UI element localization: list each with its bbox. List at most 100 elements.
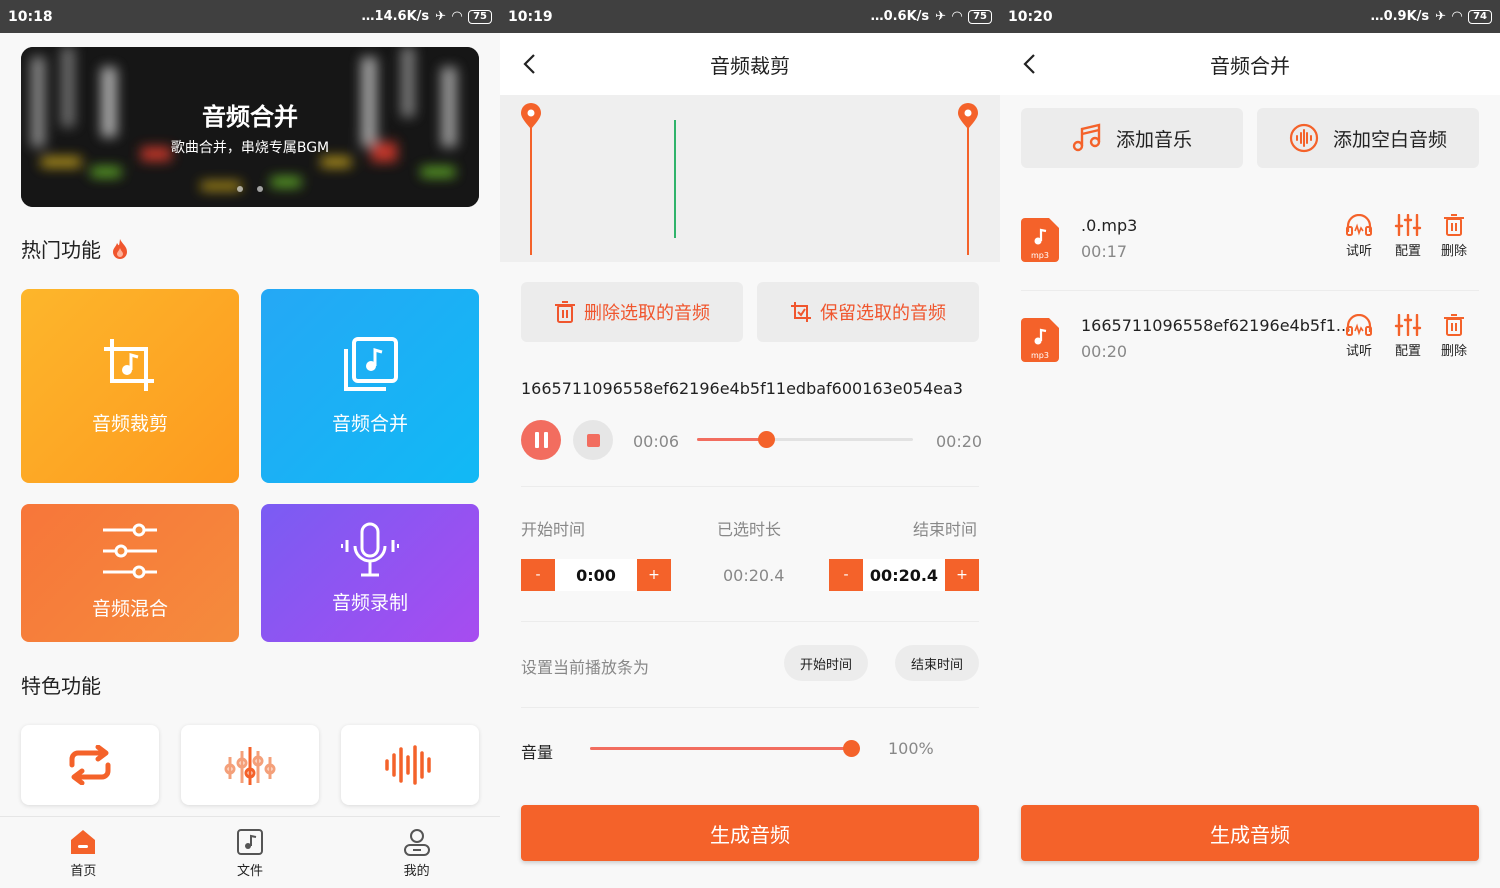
battery-icon: 74 — [1468, 9, 1492, 24]
mp3-badge-text: mp3 — [1031, 351, 1049, 360]
back-arrow-icon[interactable] — [1018, 51, 1044, 77]
status-time: 10:19 — [508, 8, 553, 25]
equalizer-icon — [224, 747, 276, 785]
tab-mine[interactable]: 我的 — [333, 817, 500, 888]
card-audio-record[interactable]: 音频录制 — [261, 504, 479, 642]
listen-button[interactable]: 试听 — [1339, 314, 1379, 359]
nav-bar: 音频裁剪 — [500, 33, 1000, 95]
music-file-icon — [237, 829, 263, 855]
card-audio-merge[interactable]: 音频合并 — [261, 289, 479, 483]
feature-tile-waveform[interactable] — [341, 725, 479, 805]
volume-thumb[interactable] — [843, 740, 860, 757]
progress-slider[interactable] — [697, 431, 913, 448]
waveform-icon — [385, 745, 431, 785]
delete-selected-button[interactable]: 删除选取的音频 — [521, 282, 743, 342]
set-end-button[interactable]: 结束时间 — [895, 645, 979, 681]
back-arrow-icon[interactable] — [518, 51, 544, 77]
start-plus-button[interactable]: + — [637, 559, 671, 591]
crop-icon — [104, 339, 154, 391]
bottom-tab-bar: 首页 文件 我的 — [0, 816, 500, 888]
volume-slider[interactable] — [590, 740, 860, 757]
listen-button[interactable]: 试听 — [1339, 214, 1379, 259]
nav-bar: 音频合并 — [1000, 33, 1500, 95]
file-duration: 00:17 — [1081, 242, 1128, 261]
carousel-dots — [21, 186, 479, 192]
status-bar: 10:18 …14.6K/s ✈ ◠ 75 — [0, 0, 500, 33]
delete-button[interactable]: 删除 — [1434, 214, 1474, 259]
progress-thumb[interactable] — [758, 431, 776, 448]
status-time: 10:18 — [8, 8, 53, 25]
music-library-icon — [344, 337, 398, 391]
hot-features-title: 热门功能 — [21, 234, 129, 263]
end-time-value[interactable]: 00:20.4 — [863, 559, 945, 591]
repeat-icon — [69, 745, 111, 785]
status-time: 10:20 — [1008, 8, 1053, 25]
headphones-icon — [1346, 214, 1372, 236]
trash-icon — [1444, 314, 1464, 336]
wifi-icon: ◠ — [452, 9, 463, 24]
audio-wave-circle-icon — [1289, 123, 1319, 153]
selected-duration-value: 00:20.4 — [723, 566, 785, 585]
end-plus-button[interactable]: + — [945, 559, 979, 591]
audio-player: 00:06 00:20 — [521, 420, 982, 460]
page-title: 音频合并 — [1210, 53, 1290, 78]
card-audio-mix[interactable]: 音频混合 — [21, 504, 239, 642]
card-label: 音频裁剪 — [91, 413, 168, 435]
carousel-dot — [257, 186, 263, 192]
mixer-sliders-icon — [1394, 314, 1422, 336]
airplane-icon: ✈ — [435, 9, 447, 24]
keep-selected-button[interactable]: 保留选取的音频 — [757, 282, 979, 342]
banner-carousel[interactable]: 音频合并 歌曲合并，串烧专属BGM — [21, 47, 479, 207]
mixer-sliders-icon — [1394, 214, 1422, 236]
battery-icon: 75 — [468, 9, 492, 24]
tab-home[interactable]: 首页 — [0, 817, 167, 888]
network-speed: …0.9K/s — [1370, 9, 1430, 24]
waveform-editor[interactable] — [500, 95, 1000, 262]
trash-icon — [1444, 214, 1464, 236]
config-button[interactable]: 配置 — [1388, 314, 1428, 359]
add-blank-audio-button[interactable]: 添加空白音频 — [1257, 108, 1479, 168]
pause-button[interactable] — [521, 420, 561, 460]
tab-files[interactable]: 文件 — [167, 817, 334, 888]
file-name: .0.mp3 — [1081, 216, 1138, 235]
end-minus-button[interactable]: - — [829, 559, 863, 591]
start-time-value[interactable]: 0:00 — [555, 559, 637, 591]
audio-merge-screen: 10:20 …0.9K/s ✈ ◠ 74 音频合并 添加音乐 添加空白音频 mp… — [1000, 0, 1500, 888]
config-button[interactable]: 配置 — [1388, 214, 1428, 259]
flame-icon — [113, 238, 127, 259]
end-marker-pin[interactable] — [958, 103, 978, 129]
feature-tile-loop[interactable] — [21, 725, 159, 805]
divider — [521, 707, 979, 708]
audio-cut-screen: 10:19 …0.6K/s ✈ ◠ 75 音频裁剪 删除选取的音频 保留选取的音… — [500, 0, 1000, 888]
start-minus-button[interactable]: - — [521, 559, 555, 591]
generate-audio-button[interactable]: 生成音频 — [521, 805, 979, 861]
page-title: 音频裁剪 — [710, 53, 790, 78]
set-start-button[interactable]: 开始时间 — [784, 645, 868, 681]
mp3-file-icon: mp3 — [1021, 318, 1059, 362]
special-features-title: 特色功能 — [21, 674, 101, 698]
wifi-icon: ◠ — [1452, 9, 1463, 24]
file-list-item[interactable]: mp3 1665711096558ef62196e4b5f1... 00:20 … — [1021, 290, 1479, 390]
mp3-badge-text: mp3 — [1031, 251, 1049, 260]
card-audio-cut[interactable]: 音频裁剪 — [21, 289, 239, 483]
battery-icon: 75 — [968, 9, 992, 24]
generate-audio-button[interactable]: 生成音频 — [1021, 805, 1479, 861]
card-label: 音频合并 — [331, 413, 408, 435]
add-music-button[interactable]: 添加音乐 — [1021, 108, 1243, 168]
carousel-dot — [237, 186, 243, 192]
airplane-icon: ✈ — [1435, 9, 1447, 24]
divider — [521, 486, 979, 487]
file-list-item[interactable]: mp3 .0.mp3 00:17 试听 配置 删除 — [1021, 190, 1479, 290]
network-speed: …0.6K/s — [870, 9, 930, 24]
status-bar: 10:19 …0.6K/s ✈ ◠ 75 — [500, 0, 1000, 33]
volume-fill — [590, 747, 851, 750]
user-icon — [403, 829, 430, 856]
stop-button[interactable] — [573, 420, 613, 460]
tab-label: 文件 — [237, 864, 264, 879]
feature-tile-equalizer[interactable] — [181, 725, 319, 805]
divider — [521, 621, 979, 622]
home-icon — [71, 830, 96, 854]
current-time: 00:06 — [633, 432, 680, 451]
delete-button[interactable]: 删除 — [1434, 314, 1474, 359]
start-marker-pin[interactable] — [521, 103, 541, 129]
